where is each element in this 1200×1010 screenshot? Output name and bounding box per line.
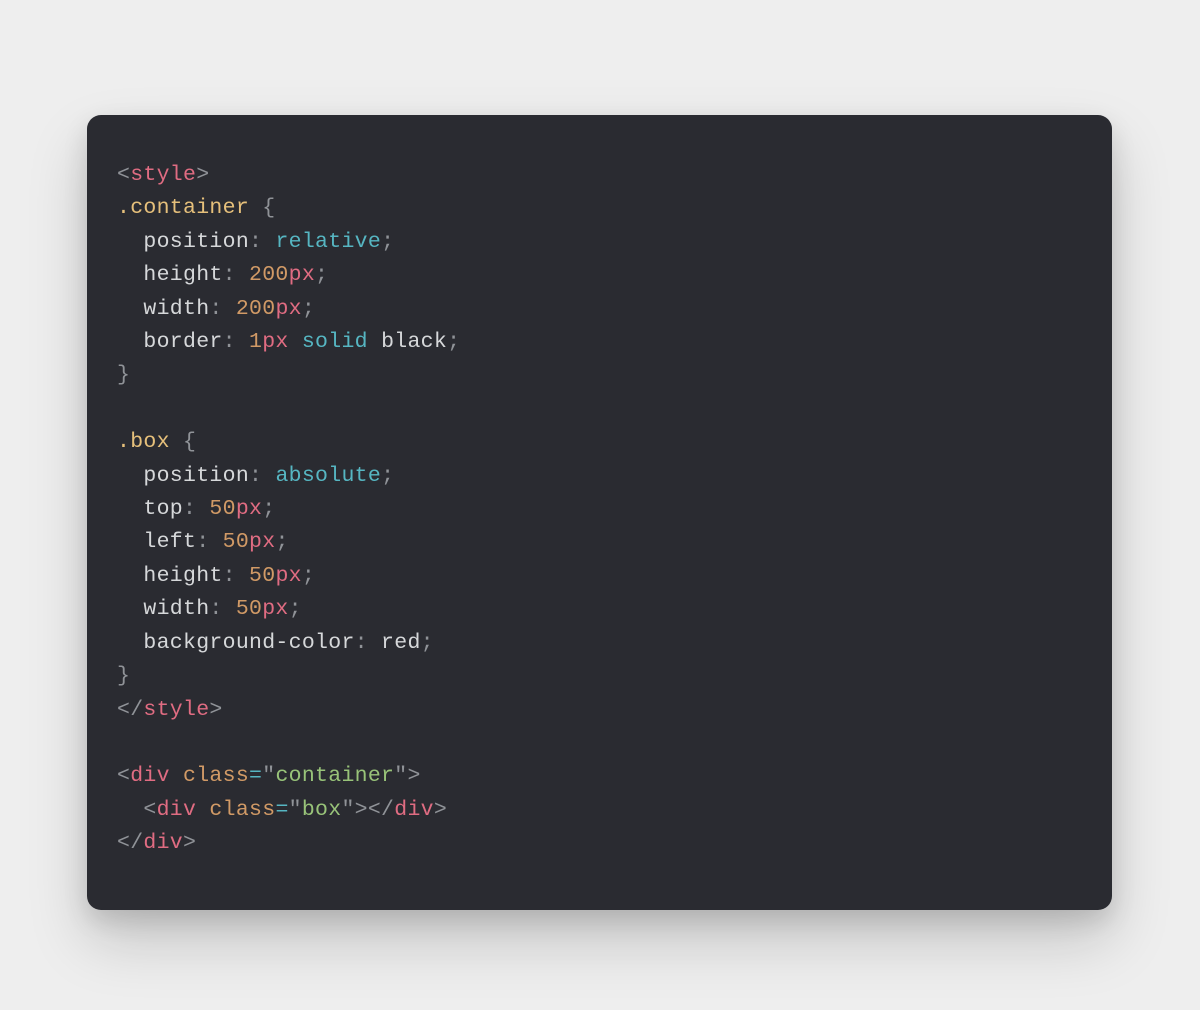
colon: : xyxy=(223,564,236,588)
unit-px: px xyxy=(275,297,301,321)
equals: = xyxy=(249,764,262,788)
colon: : xyxy=(223,330,236,354)
tag-div: div xyxy=(130,764,170,788)
selector-container: .container xyxy=(117,196,249,220)
code-block: <style> .container { position: relative;… xyxy=(87,115,1112,905)
prop-height: height xyxy=(143,263,222,287)
prop-background-color: background-color xyxy=(143,631,354,655)
val-red: red xyxy=(381,631,421,655)
prop-border: border xyxy=(143,330,222,354)
semi: ; xyxy=(381,464,394,488)
tag-div: div xyxy=(143,831,183,855)
val-relative: relative xyxy=(275,230,381,254)
colon: : xyxy=(223,263,236,287)
semi: ; xyxy=(381,230,394,254)
unit-px: px xyxy=(289,263,315,287)
punct: > xyxy=(407,764,420,788)
punct: < xyxy=(117,764,130,788)
str-box: box xyxy=(302,798,342,822)
semi: ; xyxy=(262,497,275,521)
colon: : xyxy=(355,631,368,655)
unit-px: px xyxy=(249,530,275,554)
colon: : xyxy=(249,230,262,254)
num-1: 1 xyxy=(249,330,262,354)
semi: ; xyxy=(447,330,460,354)
tag-div: div xyxy=(157,798,197,822)
prop-height: height xyxy=(143,564,222,588)
semi: ; xyxy=(275,530,288,554)
prop-top: top xyxy=(143,497,183,521)
val-solid: solid xyxy=(302,330,368,354)
punct: > xyxy=(434,798,447,822)
punct: < xyxy=(143,798,156,822)
num-50: 50 xyxy=(249,564,275,588)
punct: </ xyxy=(117,698,143,722)
prop-width: width xyxy=(143,597,209,621)
num-200: 200 xyxy=(249,263,289,287)
num-50: 50 xyxy=(209,497,235,521)
brace-close: } xyxy=(117,363,130,387)
equals: = xyxy=(275,798,288,822)
colon: : xyxy=(183,497,196,521)
brace-close: } xyxy=(117,664,130,688)
unit-px: px xyxy=(275,564,301,588)
unit-px: px xyxy=(262,597,288,621)
num-50: 50 xyxy=(236,597,262,621)
colon: : xyxy=(249,464,262,488)
colon: : xyxy=(209,597,222,621)
punct: ></ xyxy=(355,798,395,822)
tag-style-close: style xyxy=(143,698,209,722)
code-card: <style> .container { position: relative;… xyxy=(87,115,1112,910)
brace-open: { xyxy=(183,430,196,454)
unit-px: px xyxy=(262,330,288,354)
str-container: container xyxy=(275,764,394,788)
tag-div: div xyxy=(394,798,434,822)
quote: " xyxy=(262,764,275,788)
selector-box: .box xyxy=(117,430,170,454)
punct: > xyxy=(183,831,196,855)
punct: < xyxy=(117,163,130,187)
prop-left: left xyxy=(143,530,196,554)
colon: : xyxy=(196,530,209,554)
quote: " xyxy=(394,764,407,788)
tag-style-open: style xyxy=(130,163,196,187)
punct: > xyxy=(209,698,222,722)
punct: > xyxy=(196,163,209,187)
val-black: black xyxy=(381,330,447,354)
prop-width: width xyxy=(143,297,209,321)
prop-position: position xyxy=(143,464,249,488)
num-200: 200 xyxy=(236,297,276,321)
semi: ; xyxy=(315,263,328,287)
val-absolute: absolute xyxy=(275,464,381,488)
semi: ; xyxy=(302,564,315,588)
semi: ; xyxy=(289,597,302,621)
punct: </ xyxy=(117,831,143,855)
quote: " xyxy=(341,798,354,822)
attr-class: class xyxy=(209,798,275,822)
brace-open: { xyxy=(262,196,275,220)
prop-position: position xyxy=(143,230,249,254)
semi: ; xyxy=(302,297,315,321)
semi: ; xyxy=(421,631,434,655)
attr-class: class xyxy=(183,764,249,788)
unit-px: px xyxy=(236,497,262,521)
quote: " xyxy=(289,798,302,822)
colon: : xyxy=(209,297,222,321)
num-50: 50 xyxy=(223,530,249,554)
